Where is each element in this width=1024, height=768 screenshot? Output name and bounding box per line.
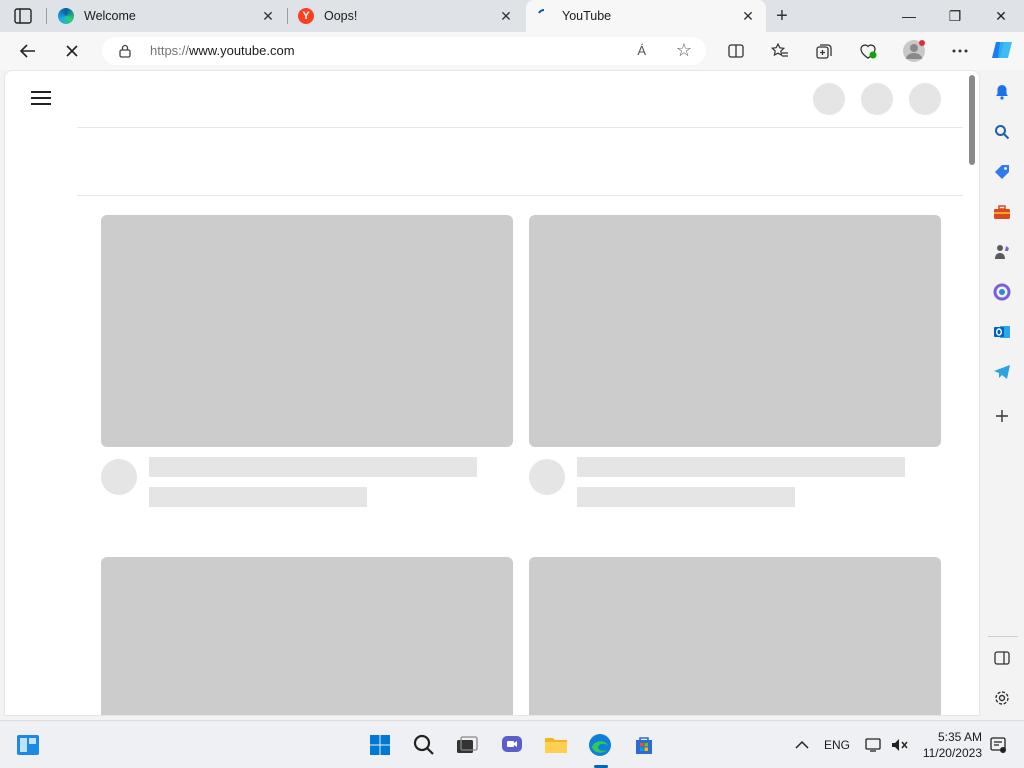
divider <box>77 127 963 128</box>
date-text: 11/20/2023 <box>922 746 982 760</box>
clock[interactable]: 5:35 AM 11/20/2023 <box>918 729 982 761</box>
add-icon[interactable] <box>992 406 1012 426</box>
web-page-content <box>4 70 980 716</box>
edge-sidebar <box>984 70 1024 716</box>
time-text: 5:35 AM <box>937 730 982 744</box>
stop-icon <box>66 45 78 57</box>
address-bar[interactable]: https://www.youtube.com Á ☆ <box>102 37 706 65</box>
close-tab-icon[interactable]: ✕ <box>740 8 756 24</box>
divider <box>77 195 963 196</box>
skeleton-title <box>149 457 477 477</box>
settings-icon[interactable] <box>992 688 1012 708</box>
url-scheme: https:// <box>150 43 190 58</box>
split-screen-icon[interactable] <box>722 37 750 65</box>
skeleton-video-card <box>101 215 513 507</box>
read-aloud-icon[interactable]: Á <box>637 43 646 58</box>
skeleton-subtitle <box>577 487 795 507</box>
split-screen-icon[interactable] <box>992 648 1012 668</box>
close-tab-icon[interactable]: ✕ <box>498 8 514 24</box>
tab-title: Welcome <box>84 9 136 23</box>
lock-icon[interactable] <box>118 44 132 58</box>
toolbar: https://www.youtube.com Á ☆ <box>0 32 1024 70</box>
loading-icon <box>536 8 552 24</box>
tab-title: YouTube <box>562 9 612 23</box>
edge-icon <box>58 8 74 24</box>
skeleton-video-card <box>529 557 941 715</box>
skeleton-video-card <box>101 557 513 715</box>
add-favorite-icon[interactable]: ☆ <box>676 40 692 61</box>
minimize-button[interactable]: — <box>886 0 932 32</box>
skeleton-header-button <box>813 83 845 115</box>
close-tab-icon[interactable]: ✕ <box>260 8 276 24</box>
url-host: www.youtube.com <box>189 43 295 58</box>
scrollbar-thumb[interactable] <box>969 75 975 165</box>
notification-icon[interactable] <box>986 733 1010 757</box>
bell-icon[interactable] <box>992 82 1012 102</box>
back-button[interactable] <box>14 37 42 65</box>
telegram-icon[interactable] <box>992 362 1012 382</box>
skeleton-video-card <box>529 215 941 507</box>
language-indicator[interactable]: ENG <box>824 738 850 752</box>
profile-avatar[interactable] <box>900 37 928 65</box>
favorites-icon[interactable] <box>766 37 794 65</box>
skeleton-subtitle <box>149 487 367 507</box>
url-text[interactable]: https://www.youtube.com <box>150 43 295 58</box>
skeleton-avatar <box>101 459 137 495</box>
skeleton-thumbnail <box>529 557 941 715</box>
skeleton-header-button <box>909 83 941 115</box>
stop-loading-button[interactable] <box>58 37 86 65</box>
yandex-icon: Y <box>298 8 314 24</box>
copilot-icon[interactable] <box>990 38 1014 62</box>
microsoft-365-icon[interactable] <box>992 282 1012 302</box>
games-icon[interactable] <box>992 242 1012 262</box>
skeleton-title <box>577 457 905 477</box>
skeleton-thumbnail <box>529 215 941 447</box>
tab-actions-icon[interactable] <box>14 8 32 24</box>
back-arrow-icon <box>19 44 35 58</box>
tab-title: Oops! <box>324 9 358 23</box>
more-options-icon[interactable] <box>946 37 974 65</box>
start-icon[interactable] <box>368 733 392 757</box>
skeleton-thumbnail <box>101 215 513 447</box>
tab-youtube[interactable]: YouTube ✕ <box>526 0 766 32</box>
store-icon[interactable] <box>632 733 656 757</box>
file-explorer-icon[interactable] <box>544 733 568 757</box>
search-icon[interactable] <box>412 733 436 757</box>
network-icon[interactable] <box>862 733 886 757</box>
browser-essentials-icon[interactable] <box>854 37 882 65</box>
skeleton-thumbnail <box>101 557 513 715</box>
toolbox-icon[interactable] <box>992 202 1012 222</box>
skeleton-avatar <box>529 459 565 495</box>
new-tab-button[interactable]: + <box>772 5 792 27</box>
menu-icon[interactable] <box>31 91 51 105</box>
volume-muted-icon[interactable] <box>888 733 912 757</box>
taskbar: ENG 5:35 AM 11/20/2023 <box>0 720 1024 768</box>
chat-icon[interactable] <box>500 733 524 757</box>
edge-taskbar-icon[interactable] <box>588 733 612 757</box>
sidebar-divider <box>988 636 1018 637</box>
chevron-up-icon[interactable] <box>790 733 814 757</box>
restore-button[interactable]: ❐ <box>932 0 978 32</box>
tab-oops[interactable]: Y Oops! ✕ <box>288 0 524 32</box>
close-window-button[interactable]: ✕ <box>978 0 1024 32</box>
tab-welcome[interactable]: Welcome ✕ <box>48 0 286 32</box>
tab-strip: Welcome ✕ Y Oops! ✕ YouTube ✕ + — ❐ ✕ <box>0 0 1024 32</box>
widgets-icon[interactable] <box>16 733 40 757</box>
skeleton-header-button <box>861 83 893 115</box>
tab-separator <box>46 8 47 24</box>
shopping-tag-icon[interactable] <box>992 162 1012 182</box>
outlook-icon[interactable] <box>992 322 1012 342</box>
task-view-icon[interactable] <box>455 733 479 757</box>
search-icon[interactable] <box>992 122 1012 142</box>
collections-icon[interactable] <box>810 37 838 65</box>
